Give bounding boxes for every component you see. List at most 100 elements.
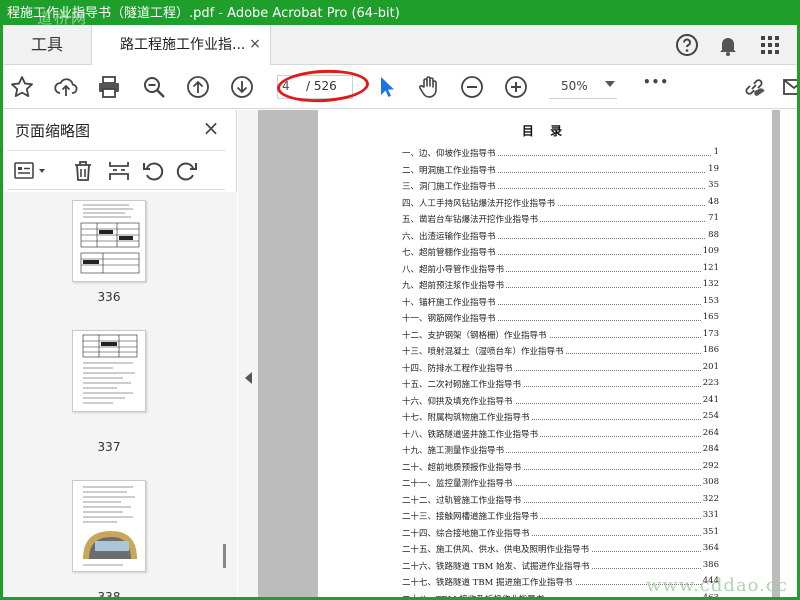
toc-entry[interactable]: 五、凿岩台车钻爆法开挖作业指导书 71	[402, 210, 719, 226]
share-link-icon[interactable]	[741, 74, 767, 100]
toc-entry-page: 308	[700, 477, 719, 487]
toc-entry-title: 六、出渣运输作业指导书	[402, 229, 498, 242]
panel-title: 页面缩略图	[15, 122, 91, 140]
toc-entry-title: 二十四、综合接地施工作业指导书	[402, 526, 532, 539]
toc-entry-title: 九、超前预注浆作业指导书	[402, 279, 507, 291]
toc-entry[interactable]: 一、边、仰坡作业指导书 1	[402, 144, 719, 160]
rotate-counterclockwise-icon[interactable]	[141, 159, 165, 183]
toc-entry-title: 十六、仰拱及填充作业指导书	[402, 394, 515, 407]
panel-splitter[interactable]	[238, 110, 258, 597]
tab-document[interactable]: 路工程施工作业指... ×	[91, 25, 271, 65]
thumbnail-page-number: 338	[97, 590, 121, 600]
toc-entry[interactable]: 二十五、施工供风、供水、供电及照明作业指导书 364	[402, 540, 719, 556]
toc-entry-page: 35	[706, 180, 719, 190]
print-icon[interactable]	[96, 74, 122, 100]
select-cursor-icon[interactable]	[373, 74, 399, 100]
toc-entry-title: 十一、钢筋网作业指导书	[402, 312, 498, 324]
toc-entry-page: 121	[700, 262, 719, 273]
bookmark-star-icon[interactable]	[9, 74, 35, 100]
toc-entry-title: 十四、防排水工程作业指导书	[402, 361, 515, 374]
toc-entry[interactable]: 十三、喷射混凝土（湿喷台车）作业指导书 186	[402, 342, 719, 358]
zoom-in-icon[interactable]	[503, 74, 529, 100]
site-watermark-bottom: www.cddao.cc	[646, 575, 789, 596]
email-icon[interactable]	[781, 74, 797, 100]
toc-entry[interactable]: 十四、防排水工程作业指导书 201	[402, 359, 719, 375]
toc-entry-page: 173	[700, 328, 719, 339]
toc-entry-page: 241	[700, 394, 719, 405]
toc-entry[interactable]: 四、人工手持风钻钻爆法开挖作业指导书 48	[402, 194, 719, 210]
toc-entry[interactable]: 十九、施工测量作业指导书 284	[402, 441, 719, 457]
toc-entry[interactable]: 六、出渣运输作业指导书 88	[402, 227, 719, 243]
extract-page-icon[interactable]	[107, 159, 131, 183]
toc-entry-title: 二十五、施工供风、供水、供电及照明作业指导书	[402, 543, 592, 555]
toc-entry[interactable]: 二、明洞施工作业指导书 19	[402, 161, 719, 177]
zoom-out-magnifier-icon[interactable]	[141, 74, 167, 100]
hand-tool-icon[interactable]	[416, 74, 442, 100]
toc-heading: 目 录	[521, 124, 569, 138]
toc-entry[interactable]: 十、锚杆施工作业指导书 153	[402, 293, 719, 309]
zoom-level-dropdown[interactable]: 50%	[549, 75, 617, 99]
toc-entry-title: 十九、施工测量作业指导书	[402, 444, 507, 456]
toc-entry-title: 二十、超前地质预报作业指导书	[402, 460, 524, 473]
toc-entry-page: 254	[700, 411, 719, 421]
toc-entry[interactable]: 十五、二次衬砌施工作业指导书 223	[402, 375, 719, 391]
toc-entry[interactable]: 十一、钢筋网作业指导书 165	[402, 309, 719, 325]
toc-entry-title: 十八、铁路隧道竖井施工作业指导书	[402, 427, 541, 440]
previous-page-icon[interactable]	[185, 74, 211, 100]
document-scrollbar[interactable]	[780, 110, 797, 597]
toc-entry[interactable]: 十六、仰拱及填充作业指导书 241	[402, 392, 719, 408]
rotate-clockwise-icon[interactable]	[175, 159, 199, 183]
toc-entry[interactable]: 八、超前小导管作业指导书 121	[402, 260, 719, 276]
toc-entry-title: 二十七、铁路隧道 TBM 掘进施工作业指导书	[402, 576, 575, 588]
page-thumbnail[interactable]	[72, 480, 146, 572]
more-options-icon[interactable]: •••	[643, 75, 669, 101]
toc-entry[interactable]: 九、超前预注浆作业指导书 132	[402, 276, 719, 292]
toc-entry-page: 71	[706, 213, 719, 223]
toc-entry-page: 331	[700, 510, 719, 520]
tab-tools[interactable]: 工具	[3, 25, 91, 65]
apps-grid-icon[interactable]	[758, 33, 782, 57]
page-thumbnail[interactable]	[72, 330, 146, 412]
toc-entry-page: 223	[700, 378, 719, 388]
zoom-level-value: 50%	[561, 79, 588, 93]
main-toolbar: 4 / 526 50% •••	[3, 65, 797, 109]
toc-entry[interactable]: 十七、附属构筑物施工作业指导书 254	[402, 408, 719, 424]
toc-entry[interactable]: 二十二、过轨管施工作业指导书 322	[402, 491, 719, 507]
toc-entry[interactable]: 二十三、接触网槽道施工作业指导书 331	[402, 507, 719, 523]
thumbnail-options-icon[interactable]	[13, 159, 49, 183]
thumbnail-scrollbar[interactable]	[223, 544, 226, 568]
next-page-icon[interactable]	[229, 74, 255, 100]
toc-entry-page: 1	[711, 147, 719, 157]
toc-entry-title: 三、洞门施工作业指导书	[402, 180, 498, 192]
toc-entry[interactable]: 二十一、监控量测作业指导书 308	[402, 474, 719, 490]
toc-entry-title: 十、锚杆施工作业指导书	[402, 295, 498, 308]
collapse-panel-arrow-icon[interactable]	[245, 372, 252, 384]
notifications-bell-icon[interactable]	[716, 33, 740, 57]
toc-entry[interactable]: 三、洞门施工作业指导书 35	[402, 177, 719, 193]
zoom-out-icon[interactable]	[459, 74, 485, 100]
close-panel-icon[interactable]: ×	[201, 118, 221, 138]
toc-entry[interactable]: 七、超前管棚作业指导书 109	[402, 243, 719, 259]
toc-entry[interactable]: 二十六、铁路隧道 TBM 始发、试掘进作业指导书 386	[402, 557, 719, 573]
toc-entry[interactable]: 十二、支护钢架（钢格栅）作业指导书 173	[402, 326, 719, 342]
toc-entry-page: 88	[706, 229, 719, 240]
toc-entry[interactable]: 二十四、综合接地施工作业指导书 351	[402, 524, 719, 540]
chevron-down-icon	[605, 81, 615, 87]
upload-cloud-icon[interactable]	[53, 74, 79, 100]
toc-entry-page: 201	[700, 361, 719, 372]
toc-entry[interactable]: 二十、超前地质预报作业指导书 292	[402, 458, 719, 474]
toc-entry-title: 四、人工手持风钻钻爆法开挖作业指导书	[402, 196, 558, 209]
toc-entry-title: 二十二、过轨管施工作业指导书	[402, 493, 524, 506]
toc-entry[interactable]: 十八、铁路隧道竖井施工作业指导书 264	[402, 425, 719, 441]
toc-entry-title: 二十六、铁路隧道 TBM 始发、试掘进作业指导书	[402, 559, 592, 572]
toc-entry-page: 186	[700, 345, 719, 355]
thumbnail-list: 336 337 338	[3, 192, 237, 600]
close-tab-icon[interactable]: ×	[248, 37, 262, 51]
page-thumbnail[interactable]	[72, 200, 146, 282]
acrobat-window: 程施工作业指导书（隧道工程）.pdf - Adobe Acrobat Pro (…	[0, 0, 800, 600]
delete-trash-icon[interactable]	[71, 159, 95, 183]
thumbnail-page-number: 337	[97, 440, 121, 454]
toc-entry-page: 292	[700, 460, 719, 471]
help-icon[interactable]	[675, 33, 699, 57]
toc-entry-page: 264	[700, 427, 719, 438]
